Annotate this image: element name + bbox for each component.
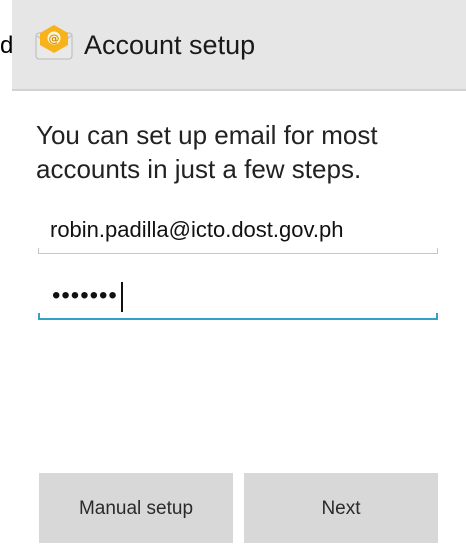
email-field[interactable]: robin.padilla@icto.dost.gov.ph [38, 214, 438, 254]
svg-text:@: @ [49, 32, 60, 45]
text-caret [120, 281, 123, 312]
intro-text: You can set up email for most accounts i… [36, 120, 378, 184]
account-setup-screen: @ Account setup You can set up email for… [12, 0, 466, 543]
email-app-icon: @ [34, 23, 74, 63]
manual-setup-button[interactable]: Manual setup [39, 473, 233, 543]
email-field-underline [38, 248, 438, 254]
email-field-value: robin.padilla@icto.dost.gov.ph [50, 217, 344, 242]
action-bar: @ Account setup [12, 0, 466, 91]
next-button[interactable]: Next [244, 473, 438, 543]
password-field-underline [38, 313, 438, 320]
password-field[interactable]: ••••••• [38, 280, 438, 320]
action-bar-title: Account setup [84, 30, 256, 60]
password-field-value: ••••••• [52, 280, 123, 312]
password-dots: ••••••• [52, 282, 118, 309]
